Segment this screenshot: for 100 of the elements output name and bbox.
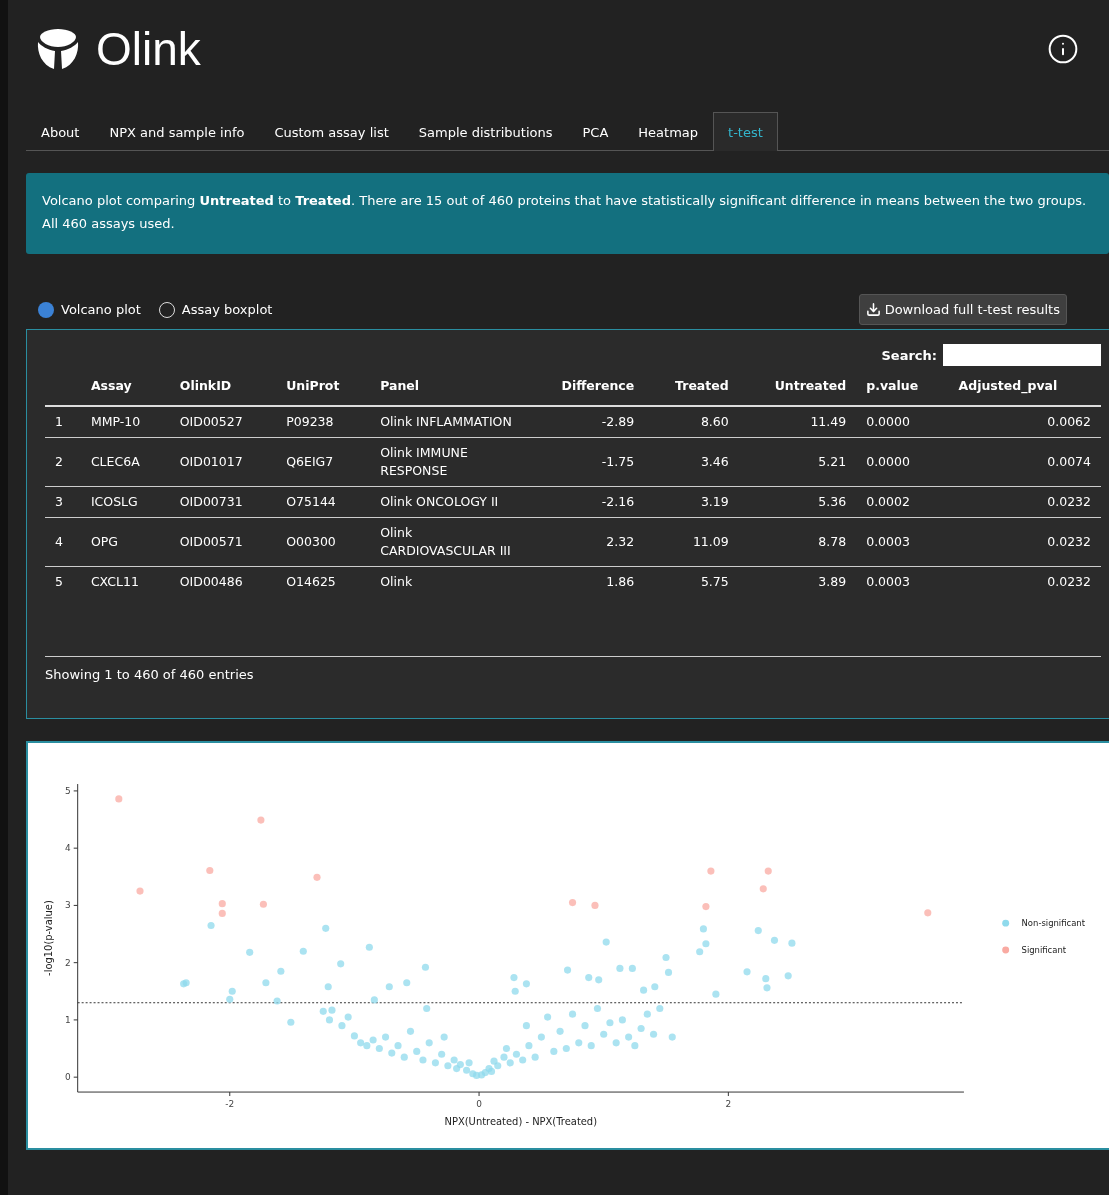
x-axis: -2 0 2 — [77, 1091, 965, 1109]
y-tick-label: 2 — [65, 957, 71, 968]
legend-label: Non-significant — [1021, 918, 1085, 929]
data-point — [421, 963, 430, 971]
column-header[interactable]: p.value — [856, 366, 949, 406]
table-cell: CXCL11 — [80, 566, 170, 597]
data-point — [651, 983, 659, 991]
data-point — [510, 973, 518, 982]
data-point — [585, 973, 593, 982]
data-point — [702, 903, 710, 911]
tab[interactable]: Heatmap — [623, 112, 714, 151]
data-point — [593, 1004, 602, 1013]
data-point — [544, 1013, 552, 1021]
column-header[interactable]: Panel — [370, 366, 526, 406]
table-cell: OID00731 — [169, 486, 277, 518]
data-point — [764, 867, 772, 875]
x-tick-label: 2 — [725, 1098, 732, 1109]
column-header[interactable]: UniProt — [276, 366, 371, 406]
data-point — [664, 968, 673, 976]
column-header[interactable]: Adjusted_pval — [948, 366, 1101, 406]
data-point — [770, 936, 779, 944]
table-cell: Olink CARDIOVASCULAR III — [370, 517, 526, 567]
column-header[interactable]: Difference — [525, 366, 645, 406]
legend-label: Significant — [1021, 944, 1067, 955]
data-point — [382, 1033, 390, 1041]
column-header[interactable]: OlinkID — [169, 366, 277, 406]
y-tick-label: 1 — [65, 1014, 71, 1025]
data-point — [556, 1027, 564, 1035]
table-cell: 0.0000 — [856, 406, 949, 438]
tab[interactable]: Custom assay list — [259, 112, 404, 151]
data-point — [591, 901, 599, 909]
data-point — [600, 1030, 608, 1038]
search-field[interactable] — [943, 344, 1101, 366]
y-tick-label: 5 — [65, 785, 71, 796]
data-point — [606, 1019, 614, 1027]
table-cell: 3.89 — [738, 566, 857, 597]
table-cell: Olink INFLAMMATION — [370, 406, 526, 438]
table-cell: -2.16 — [525, 486, 645, 518]
data-point — [370, 996, 378, 1004]
table-info: Showing 1 to 460 of 460 entries — [45, 667, 255, 682]
radio-label[interactable]: Volcano plot — [61, 302, 141, 317]
data-point — [403, 979, 411, 987]
table-cell: 0.0003 — [856, 566, 949, 597]
table-cell: OPG — [80, 517, 170, 567]
data-point — [628, 964, 636, 972]
table-cell: Olink — [370, 566, 526, 597]
download-button[interactable]: Download full t-test results — [858, 294, 1067, 325]
table-cell: -2.89 — [525, 406, 645, 438]
table-cell: O00300 — [276, 517, 371, 567]
data-point — [425, 1039, 433, 1047]
tab[interactable]: t-test — [713, 112, 778, 151]
row-index: 4 — [45, 517, 81, 567]
table-cell: 8.60 — [644, 406, 739, 438]
data-point — [423, 1004, 431, 1013]
column-header[interactable]: Treated — [644, 366, 739, 406]
search-label: Search: — [881, 347, 937, 363]
row-index: 1 — [45, 406, 81, 438]
data-point — [788, 939, 796, 947]
data-point — [440, 1033, 448, 1041]
data-point — [924, 909, 932, 917]
data-point — [602, 938, 610, 946]
data-point — [277, 967, 285, 975]
table-cell: 3.19 — [644, 486, 739, 518]
y-tick-label: 4 — [65, 843, 72, 854]
data-point — [637, 1024, 645, 1033]
table-cell: MMP-10 — [80, 406, 170, 438]
tab[interactable]: Sample distributions — [403, 112, 568, 151]
data-point — [206, 866, 214, 875]
tab[interactable]: PCA — [567, 112, 624, 151]
data-point — [699, 925, 707, 933]
info-icon[interactable] — [1047, 33, 1079, 65]
data-point — [595, 976, 603, 984]
data-point — [322, 924, 330, 932]
table-cell: Q6EIG7 — [276, 437, 371, 487]
data-point — [313, 873, 321, 881]
radio-button[interactable] — [38, 301, 54, 318]
data-point — [257, 816, 265, 824]
tab[interactable]: About — [26, 112, 95, 151]
data-point — [650, 1030, 658, 1038]
x-tick-label: -2 — [225, 1098, 235, 1109]
data-point — [562, 1044, 570, 1053]
data-point — [299, 947, 307, 955]
row-index: 3 — [45, 486, 81, 518]
tab[interactable]: NPX and sample info — [94, 112, 260, 151]
table-cell: 0.0000 — [856, 437, 949, 487]
column-header[interactable]: Assay — [80, 366, 170, 406]
data-point — [406, 1027, 415, 1035]
data-point — [643, 1010, 651, 1018]
column-header[interactable]: Untreated — [738, 366, 857, 406]
radio-label[interactable]: Assay boxplot — [181, 302, 273, 317]
data-point — [522, 1022, 530, 1030]
table-cell: 0.0062 — [948, 406, 1101, 438]
data-point — [324, 983, 332, 991]
data-point — [502, 1044, 511, 1053]
data-point — [575, 1039, 583, 1047]
table-cell: 2.32 — [525, 517, 645, 567]
data-point — [743, 968, 751, 976]
data-point — [568, 1010, 577, 1018]
x-tick-label: 0 — [476, 1098, 483, 1109]
data-point — [522, 980, 530, 988]
